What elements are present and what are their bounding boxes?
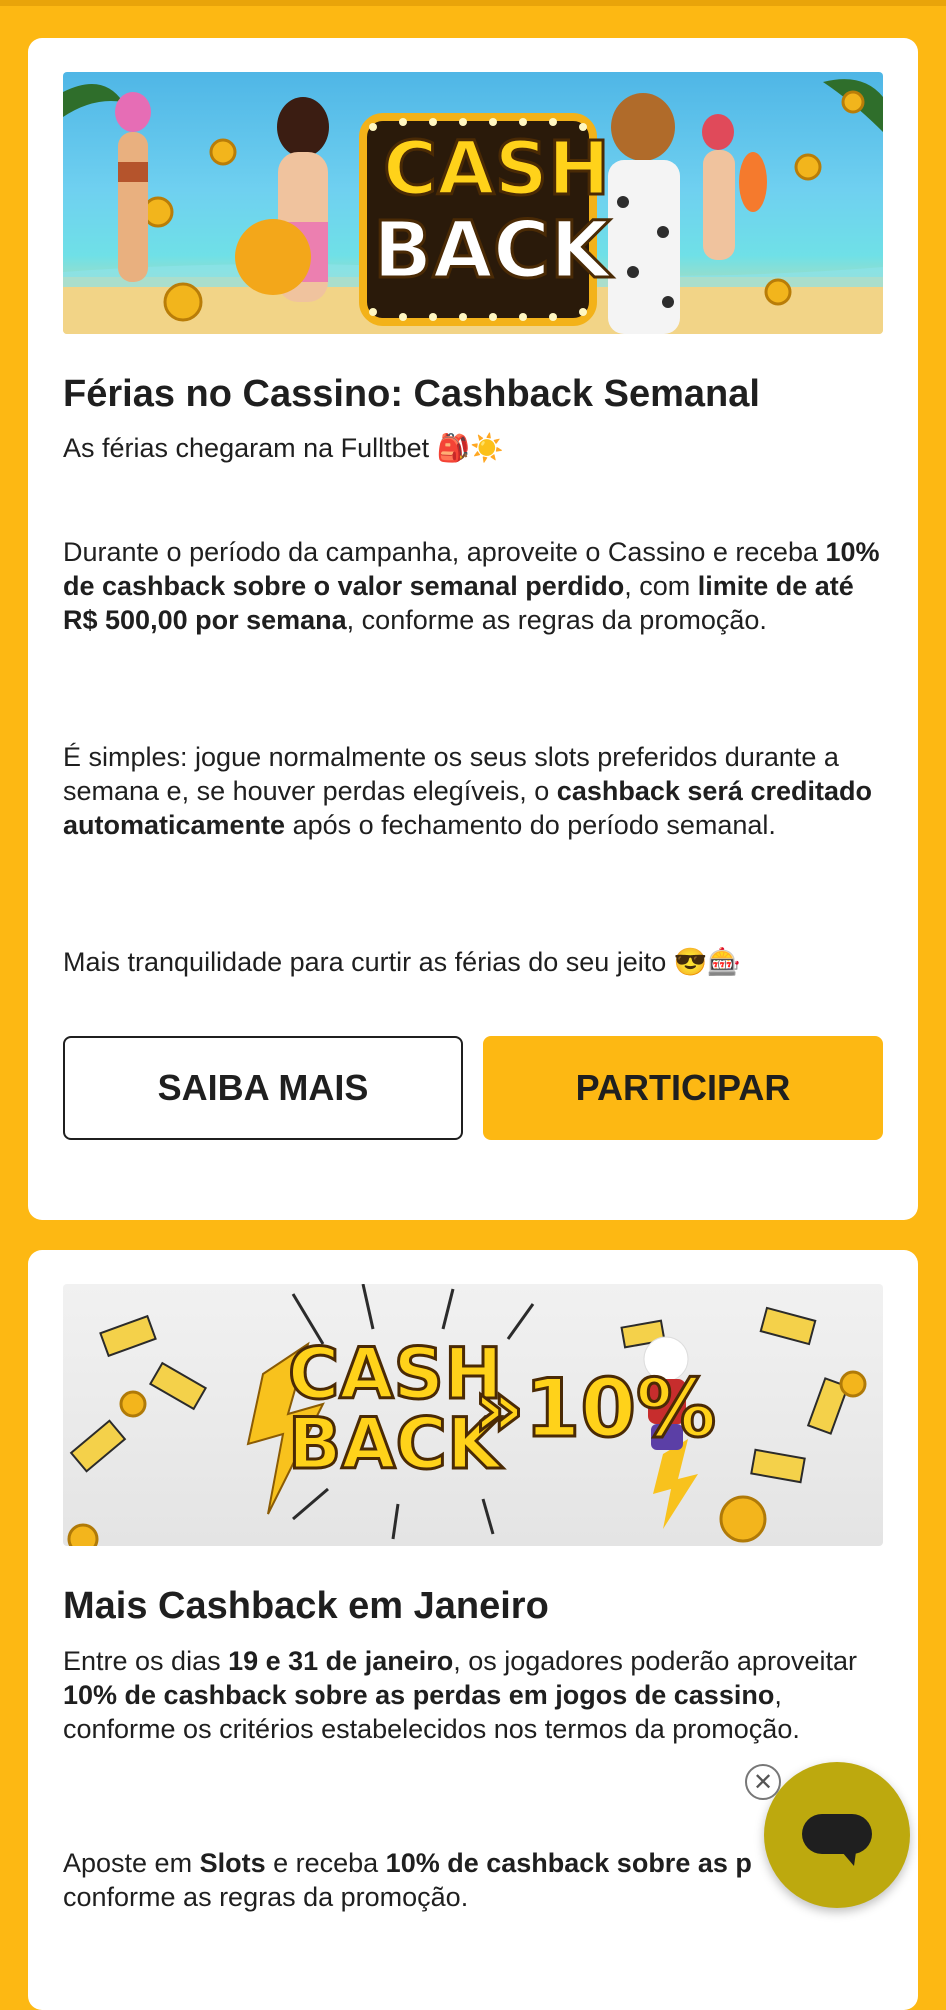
promo-description-2: É simples: jogue normalmente os seus slo… xyxy=(63,742,872,840)
promo-title: Mais Cashback em Janeiro xyxy=(63,1585,549,1627)
promo-card-ferias: CASH BACK Férias no Cassino: Cashback Se… xyxy=(28,38,918,1220)
banner-back-text: BACK xyxy=(372,206,613,296)
banner-back-text: BACK xyxy=(287,1403,503,1485)
participar-button[interactable]: PARTICIPAR xyxy=(483,1036,883,1140)
promo-description-1: Durante o período da campanha, aproveite… xyxy=(63,537,880,635)
promo-description-1: Entre os dias 19 e 31 de janeiro, os jog… xyxy=(63,1646,857,1744)
top-status-strip xyxy=(0,0,946,6)
close-chat-icon[interactable]: ✕ xyxy=(745,1764,781,1800)
promo-subtitle: As férias chegaram na Fulltbet 🎒☀️ xyxy=(63,433,504,463)
promo-description-2: Aposte em Slots e receba 10% de cashback… xyxy=(63,1848,752,1912)
chat-bubble-icon xyxy=(802,1814,872,1866)
banner-percent-text: »10% xyxy=(472,1362,718,1455)
chat-button[interactable] xyxy=(764,1762,910,1908)
banner-cash-text: CASH xyxy=(382,126,612,212)
promo-description-3: Mais tranquilidade para curtir as férias… xyxy=(63,947,742,977)
saiba-mais-button[interactable]: SAIBA MAIS xyxy=(63,1036,463,1140)
promo-banner-cashback-10[interactable]: CASH BACK »10% xyxy=(63,1284,883,1546)
banner-cash-text: CASH xyxy=(287,1333,505,1415)
promo-banner-cashback-beach[interactable]: CASH BACK xyxy=(63,72,883,334)
promo-title: Férias no Cassino: Cashback Semanal xyxy=(63,373,760,415)
